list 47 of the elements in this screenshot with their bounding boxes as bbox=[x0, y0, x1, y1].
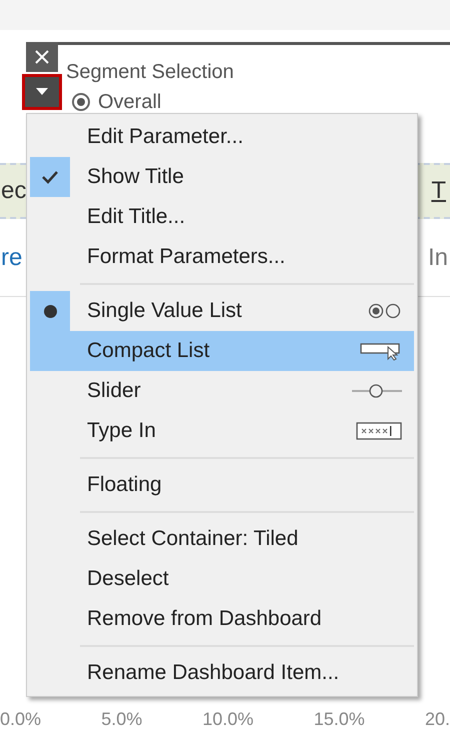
menu-item[interactable]: Remove from Dashboard bbox=[30, 599, 414, 639]
dropdown-field-icon bbox=[360, 341, 402, 361]
axis-tick-label: 0.0% bbox=[0, 708, 42, 729]
menu-item-label: Floating bbox=[87, 472, 163, 498]
menu-item-label: Remove from Dashboard bbox=[87, 606, 323, 632]
axis-tick-label: 10.0% bbox=[202, 708, 254, 729]
menu-item-label: Rename Dashboard Item... bbox=[87, 660, 340, 686]
bullet-icon bbox=[44, 304, 56, 318]
menu-item-label: Slider bbox=[87, 378, 142, 404]
menu-item-label: Deselect bbox=[87, 566, 170, 592]
menu-item[interactable]: Edit Title... bbox=[30, 197, 414, 237]
menu-item-label: Compact List bbox=[87, 338, 211, 364]
caret-icon bbox=[36, 88, 48, 96]
menu-item[interactable]: Show Title bbox=[30, 157, 414, 197]
menu-item-label: Single Value List bbox=[87, 298, 243, 324]
menu-item[interactable]: Deselect bbox=[30, 559, 414, 599]
menu-item-label: Format Parameters... bbox=[87, 244, 286, 270]
radio-buttons-icon bbox=[368, 303, 402, 319]
menu-item[interactable]: Edit Parameter... bbox=[30, 117, 414, 157]
band-text: ec bbox=[1, 176, 26, 206]
menu-item[interactable]: Type In bbox=[30, 411, 414, 451]
row-text: re bbox=[1, 242, 22, 272]
menu-item-label: Type In bbox=[87, 418, 157, 444]
menu-item-label: Select Container: Tiled bbox=[87, 526, 300, 552]
menu-item[interactable]: Rename Dashboard Item... bbox=[30, 653, 414, 693]
close-icon bbox=[34, 49, 50, 65]
menu-item[interactable]: Select Container: Tiled bbox=[30, 519, 414, 559]
menu-item[interactable]: Format Parameters... bbox=[30, 237, 414, 277]
axis-tick-label: 15.0% bbox=[314, 708, 365, 729]
panel-title: Segment Selection bbox=[65, 60, 235, 85]
menu-item-label: Edit Title... bbox=[87, 204, 186, 230]
axis-tick-label: 20. bbox=[424, 708, 450, 729]
menu-item-label: Edit Parameter... bbox=[87, 124, 244, 150]
menu-item[interactable]: Floating bbox=[30, 465, 414, 505]
text-input-icon bbox=[356, 422, 402, 440]
close-button[interactable] bbox=[26, 42, 58, 72]
axis-tick-label: 5.0% bbox=[101, 708, 142, 729]
row-text: In bbox=[428, 242, 448, 272]
radio-button[interactable] bbox=[72, 93, 90, 111]
menu-item[interactable]: Compact List bbox=[30, 331, 414, 371]
checkmark-icon bbox=[41, 170, 59, 184]
menu-item-label: Show Title bbox=[87, 164, 185, 190]
menu-item[interactable]: Single Value List bbox=[30, 291, 414, 331]
slider-icon bbox=[352, 383, 402, 399]
more-options-button[interactable] bbox=[22, 74, 62, 110]
menu-item[interactable]: Slider bbox=[30, 371, 414, 411]
option-label: Overall bbox=[98, 91, 162, 113]
